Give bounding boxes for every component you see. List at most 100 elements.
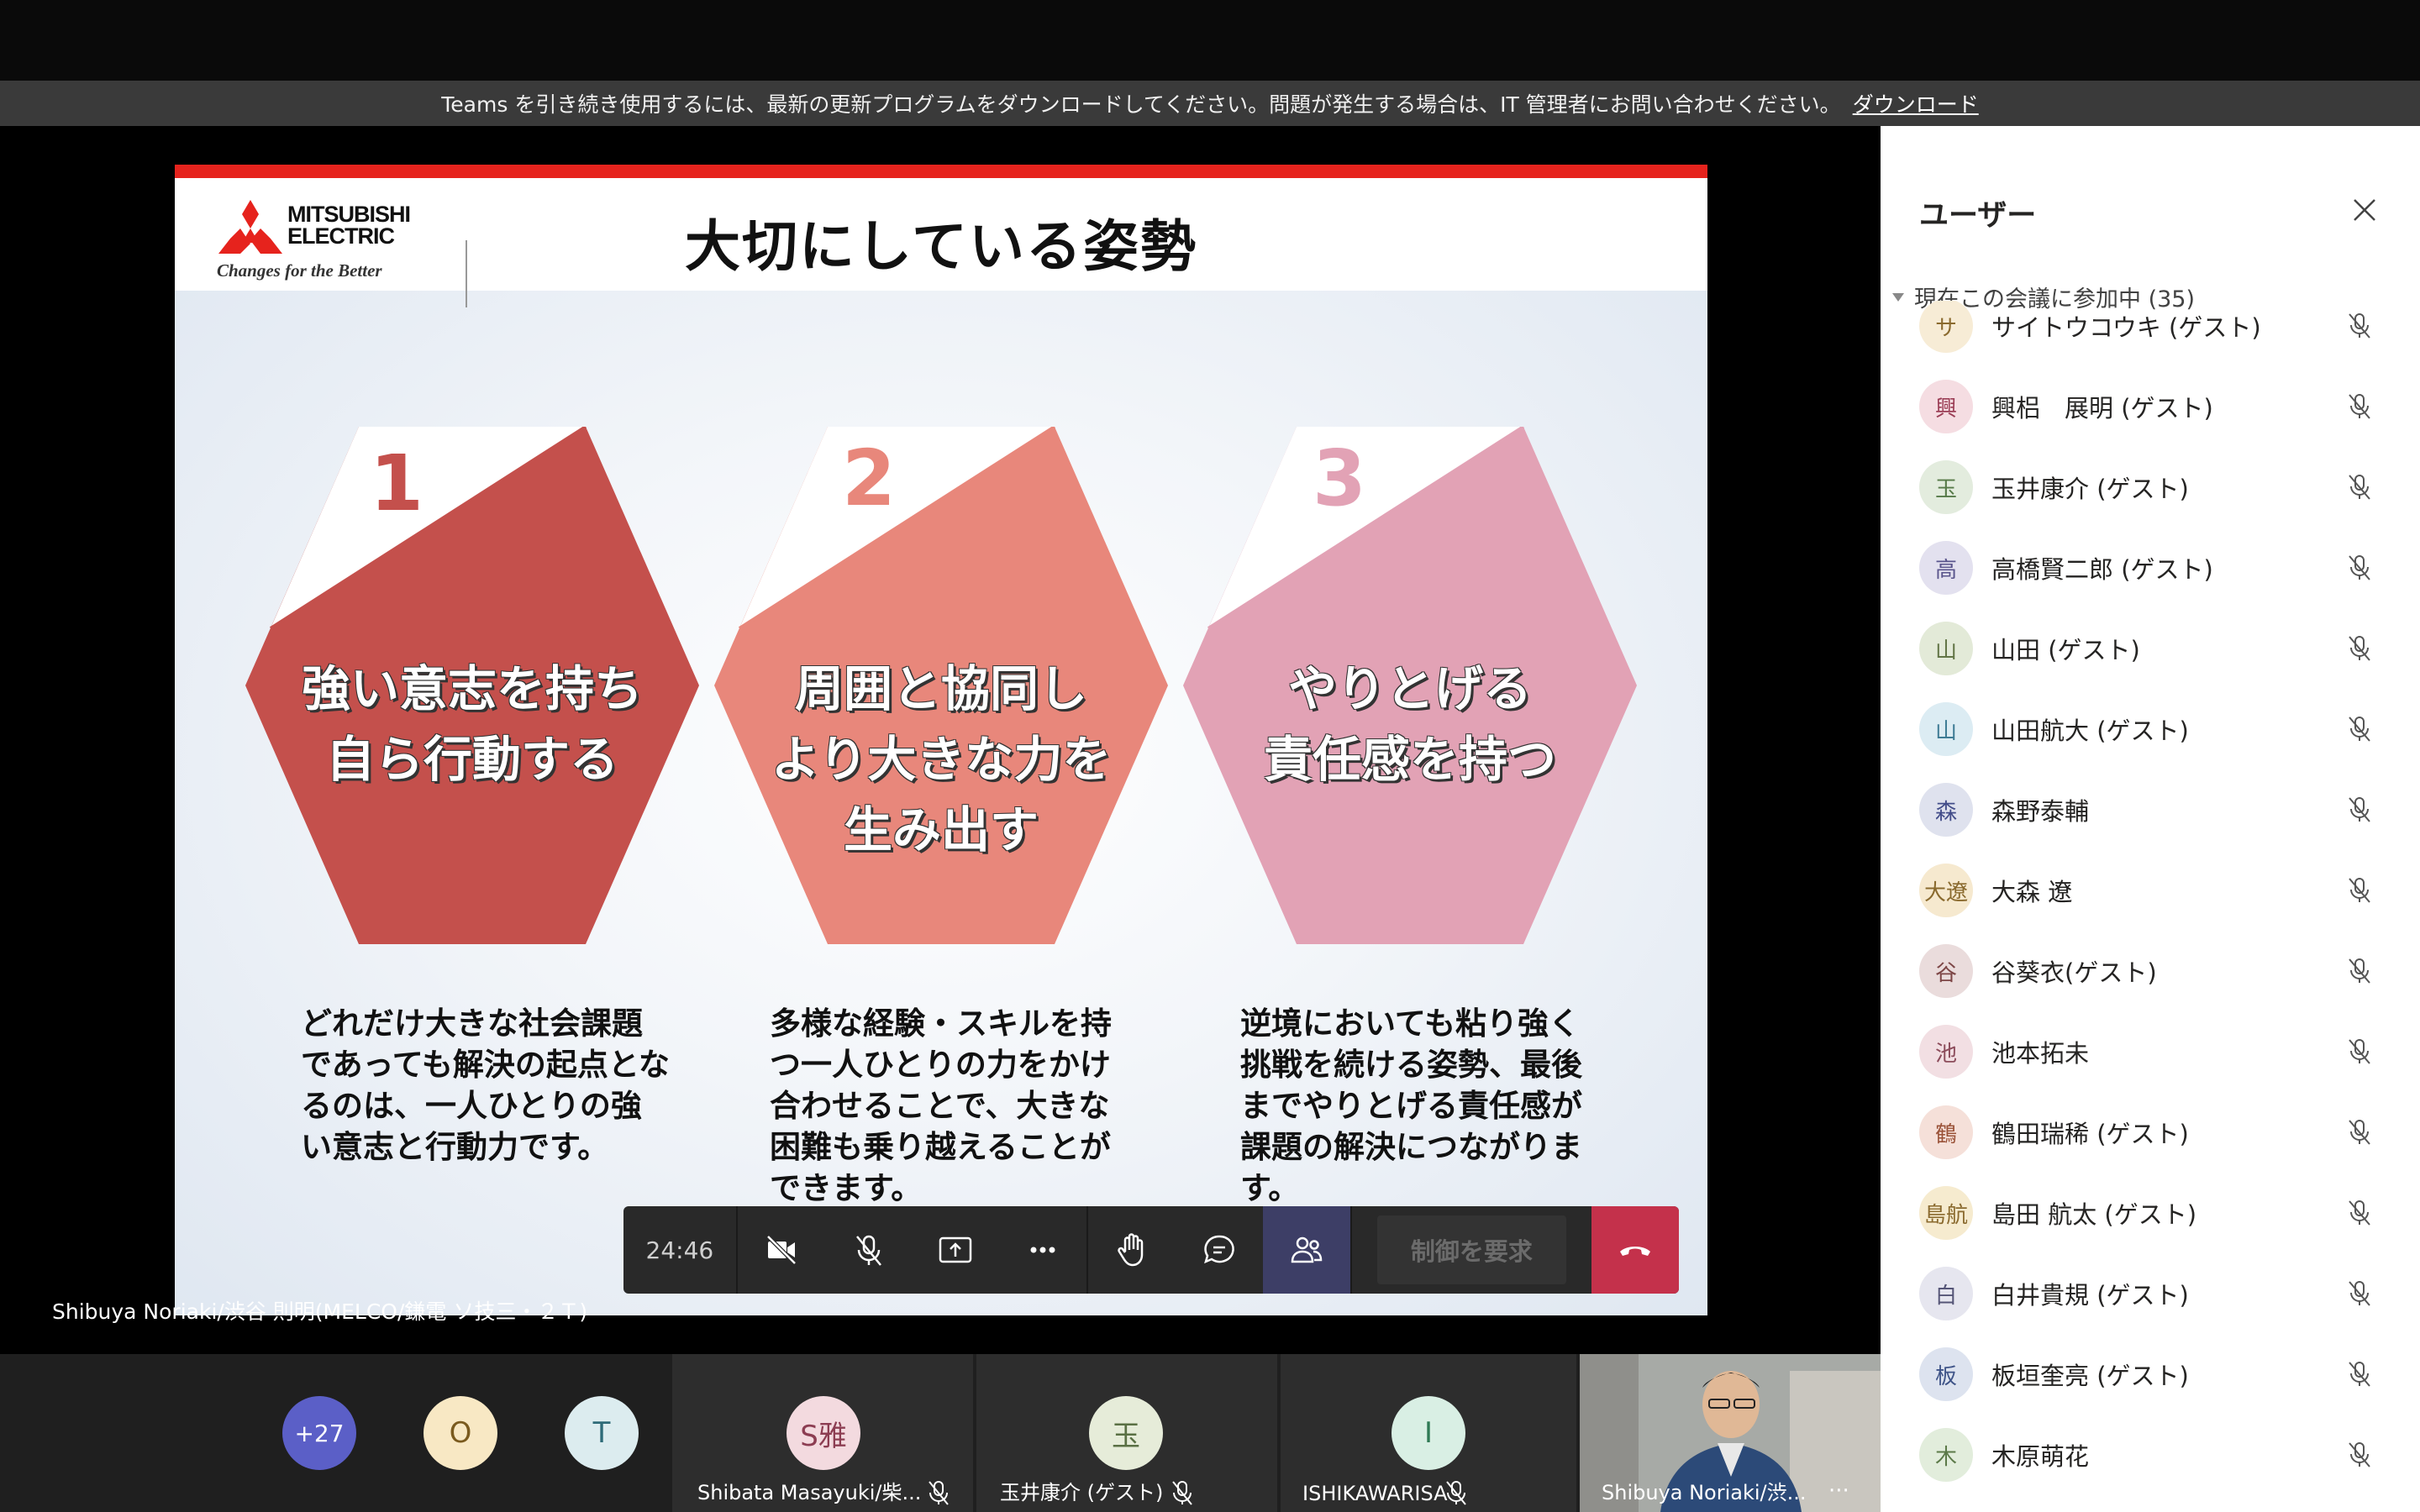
avatar-t: T: [565, 1396, 639, 1470]
hexagon-3-line1: やりとげる: [1287, 660, 1532, 717]
people-icon: [1291, 1236, 1322, 1263]
hexagon-3-line2: 責任感を持つ: [1263, 731, 1556, 788]
participant-row[interactable]: 谷谷葵衣(ゲスト): [1881, 931, 2420, 1011]
participant-name: 山田 (ゲスト): [1991, 636, 2140, 664]
participant-name: 大森 遼: [1991, 878, 2073, 906]
slide-title: 大切にしている姿勢: [684, 214, 1198, 279]
participant-name: 玉井康介 (ゲスト): [1991, 475, 2189, 503]
description-1: どれだけ大きな社会課題であっても解決の起点となるのは、一人ひとりの強い意志と行動…: [301, 1005, 670, 1165]
chat-bubble-icon: [1203, 1235, 1234, 1264]
update-banner: Teams を引き続き使用するには、最新の更新プログラムをダウンロードしてくださ…: [0, 81, 2420, 126]
description-2: 多様な経験・スキルを持つ一人ひとりの力をかけ合わせることで、大きな困難も乗り越え…: [770, 1005, 1112, 1206]
participant-name: サイトウコウキ (ゲスト): [1991, 313, 2261, 342]
participant-row[interactable]: 興興梠 展明 (ゲスト): [1881, 366, 2420, 447]
raise-hand-icon: [1118, 1233, 1144, 1267]
mic-off-icon: [2344, 956, 2375, 986]
participant-avatar: 板: [1919, 1347, 1973, 1401]
hexagon-3: 3 やりとげる 責任感を持つ: [1183, 427, 1637, 944]
participants-panel: ユーザー 現在この会議に参加中 (35) ササイトウコウキ (ゲスト) 興興梠 展…: [1881, 126, 2420, 1512]
chat-button[interactable]: [1176, 1206, 1263, 1294]
participant-row[interactable]: 板板垣奎亮 (ゲスト): [1881, 1334, 2420, 1415]
mic-off-icon: [929, 1481, 949, 1505]
mic-off-icon: [2344, 875, 2375, 906]
participant-row[interactable]: 山山田 (ゲスト): [1881, 608, 2420, 689]
hexagon-3-number: 3: [1313, 433, 1367, 523]
participant-row[interactable]: 白白井貴規 (ゲスト): [1881, 1253, 2420, 1334]
share-screen-button[interactable]: [912, 1206, 999, 1294]
slide-red-bar: [175, 165, 1707, 178]
more-dots-icon: [1030, 1247, 1055, 1253]
avatar-o: O: [424, 1396, 497, 1470]
meeting-controls: 24:46 制御を要求: [623, 1206, 1679, 1294]
participant-row[interactable]: ササイトウコウキ (ゲスト): [1881, 301, 2420, 366]
participant-row[interactable]: 島航 島田 航太 (ゲスト): [1881, 1173, 2420, 1253]
participant-name: 谷葵衣(ゲスト): [1991, 958, 2157, 987]
hexagon-1-line1: 強い意志を持ち: [301, 660, 643, 717]
mic-off-icon: [2344, 1117, 2375, 1147]
mic-off-icon: [2344, 553, 2375, 583]
mic-off-icon: [2344, 1198, 2375, 1228]
mic-off-icon: [1172, 1481, 1192, 1505]
avatar: I: [1392, 1396, 1465, 1470]
mic-off-button[interactable]: [825, 1206, 913, 1294]
participant-tile-name: Shibata Masayuki/柴...: [697, 1481, 922, 1504]
participant-tile-ishikawa[interactable]: I ISHIKAWARISA: [1281, 1354, 1576, 1512]
hexagon-2-label: 周囲と協同し より大きな力を 生み出す: [714, 654, 1168, 865]
participant-row[interactable]: 山山田航大 (ゲスト): [1881, 689, 2420, 769]
participant-row[interactable]: 玉玉井康介 (ゲスト): [1881, 447, 2420, 528]
participant-avatar: 白: [1919, 1267, 1973, 1320]
participant-row[interactable]: 高高橋賢二郎 (ゲスト): [1881, 528, 2420, 608]
participant-row[interactable]: 大遼 大森 遼: [1881, 850, 2420, 931]
description-3: 逆境においても粘り強く挑戦を続ける姿勢、最後までやりとげる責任感が課題の解決につ…: [1240, 1005, 1582, 1206]
hexagon-2-line3: 生み出す: [843, 801, 1039, 858]
hexagon-2-number: 2: [842, 433, 897, 523]
participants-button[interactable]: [1262, 1206, 1350, 1294]
mic-off-icon: [2344, 472, 2375, 502]
hexagon-3-label: やりとげる 責任感を持つ: [1183, 654, 1637, 795]
phone-hangup-icon: [1620, 1247, 1651, 1256]
speaker-name: Shibuya Noriaki/渋...: [1602, 1481, 1807, 1504]
request-control-label: 制御を要求: [1376, 1215, 1566, 1284]
participant-tile-name: ISHIKAWARISA: [1302, 1482, 1448, 1505]
download-link[interactable]: ダウンロード: [1853, 88, 1979, 118]
request-control-button[interactable]: 制御を要求: [1352, 1206, 1592, 1294]
panel-title: ユーザー: [1919, 199, 2037, 233]
more-actions-button[interactable]: [999, 1206, 1086, 1294]
participant-tile-tamai[interactable]: 玉 玉井康介 (ゲスト): [976, 1354, 1277, 1512]
speaker-video-tile[interactable]: Shibuya Noriaki/渋... ···: [1580, 1354, 1881, 1512]
participant-name: 森野泰輔: [1991, 797, 2090, 826]
participant-avatar: 木: [1919, 1428, 1973, 1482]
hexagon-1-label: 強い意志を持ち 自ら行動する: [245, 654, 699, 795]
participants-list: ササイトウコウキ (ゲスト) 興興梠 展明 (ゲスト) 玉玉井康介 (ゲスト) 高高橋…: [1881, 301, 2420, 1512]
mic-off-icon: [2344, 391, 2375, 422]
participant-avatar: 鶴: [1919, 1105, 1973, 1159]
camera-off-icon: [765, 1235, 797, 1265]
mic-off-icon: [2344, 1359, 2375, 1389]
participant-avatar: 谷: [1919, 944, 1973, 998]
mic-off-icon: [855, 1235, 881, 1266]
participant-name: 白井貴規 (ゲスト): [1991, 1281, 2189, 1310]
mic-off-icon: [2344, 714, 2375, 744]
participant-row[interactable]: 森森野泰輔: [1881, 769, 2420, 850]
hexagon-1-number: 1: [370, 438, 424, 528]
hang-up-button[interactable]: [1591, 1206, 1679, 1294]
participant-row[interactable]: 鶴鶴田瑞稀 (ゲスト): [1881, 1092, 2420, 1173]
participant-name: 木原萌花: [1991, 1442, 2090, 1471]
hexagon-1: 1 強い意志を持ち 自ら行動する: [245, 427, 699, 944]
mic-off-icon: [2344, 311, 2375, 341]
camera-off-button[interactable]: [738, 1206, 825, 1294]
close-icon[interactable]: [2348, 193, 2381, 227]
participant-name: 鶴田瑞稀 (ゲスト): [1991, 1120, 2189, 1148]
participant-tile-shibata[interactable]: S雅 Shibata Masayuki/柴...: [672, 1354, 973, 1512]
hexagon-2-line2: より大きな力を: [771, 731, 1112, 788]
more-options-icon[interactable]: ···: [1828, 1478, 1849, 1504]
avatar: S雅: [786, 1396, 860, 1470]
update-banner-message: Teams を引き続き使用するには、最新の更新プログラムをダウンロードしてくださ…: [441, 92, 1841, 117]
mic-off-icon: [2344, 1278, 2375, 1309]
more-participants-button[interactable]: +27: [282, 1396, 356, 1470]
raise-hand-button[interactable]: [1088, 1206, 1176, 1294]
participant-row[interactable]: 木木原萌花: [1881, 1415, 2420, 1495]
participant-row[interactable]: 池池本拓未: [1881, 1011, 2420, 1092]
participant-avatar: 山: [1919, 702, 1973, 756]
participant-avatar: 池: [1919, 1025, 1973, 1079]
